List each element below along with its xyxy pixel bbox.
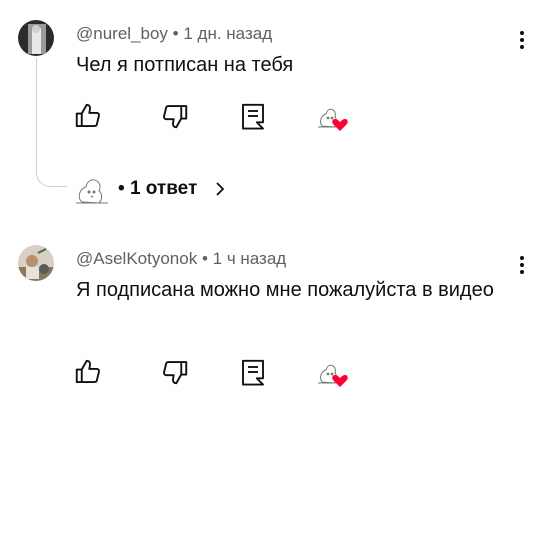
chevron-right-icon: [213, 179, 227, 199]
creator-heart: [316, 102, 350, 132]
dislike-button[interactable]: [160, 357, 190, 387]
creator-heart-icon: [332, 375, 348, 387]
dislike-icon: [163, 361, 188, 385]
dislike-icon: [163, 105, 188, 129]
author-name[interactable]: @nurel_boy: [76, 24, 168, 43]
reply-button[interactable]: [238, 101, 268, 131]
dislike-button[interactable]: [160, 101, 190, 131]
avatar[interactable]: [18, 245, 54, 281]
meta-separator: •: [201, 249, 208, 268]
reply-avatar[interactable]: [74, 172, 114, 206]
author-name[interactable]: @AselKotyonok: [76, 249, 197, 268]
comment-time[interactable]: 1 дн. назад: [183, 24, 272, 43]
more-vert-icon[interactable]: [512, 253, 532, 277]
creator-heart: [316, 358, 350, 388]
reply-icon: [242, 103, 264, 130]
reply-count: 1 ответ: [129, 178, 198, 199]
avatar[interactable]: [18, 20, 54, 56]
comment-meta: @nurel_boy • 1 дн. назад: [76, 24, 272, 44]
thread-line: [36, 58, 67, 187]
like-button[interactable]: [73, 357, 103, 387]
comment-time[interactable]: 1 ч назад: [213, 249, 287, 268]
reply-icon: [242, 359, 264, 386]
meta-separator: •: [172, 24, 179, 43]
creator-heart-icon: [332, 119, 348, 131]
reply-count-separator: •: [118, 178, 125, 199]
comment-text: Чел я потписан на тебя: [76, 54, 294, 76]
more-vert-icon[interactable]: [512, 28, 532, 52]
like-icon: [75, 103, 100, 127]
like-icon: [75, 359, 100, 383]
comment-meta: @AselKotyonok • 1 ч назад: [76, 249, 286, 269]
reply-button[interactable]: [238, 357, 268, 387]
like-button[interactable]: [73, 101, 103, 131]
comment-text: Я подписана можно мне пожалуйста в видео: [76, 279, 494, 301]
